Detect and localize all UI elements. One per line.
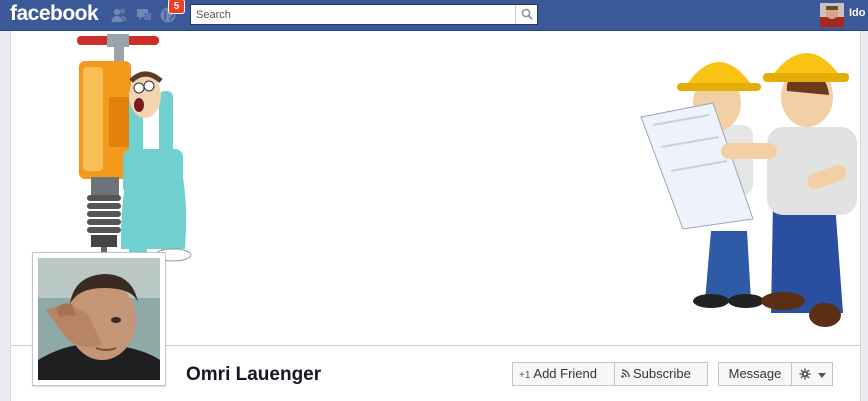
user-avatar[interactable] [820, 3, 844, 27]
message-button[interactable]: Message [718, 362, 792, 386]
search-button[interactable] [515, 5, 537, 24]
friends-icon[interactable] [110, 6, 128, 24]
notification-count-badge[interactable]: 5 [168, 0, 185, 14]
add-friend-button[interactable]: +1 Add Friend [512, 362, 615, 386]
search-box [190, 4, 538, 25]
top-navigation-bar: facebook 5 Ido [0, 0, 868, 31]
search-input[interactable] [191, 5, 516, 24]
construction-workers-illustration [640, 53, 857, 327]
chevron-down-icon [818, 373, 826, 378]
facebook-logo[interactable]: facebook [10, 2, 99, 26]
options-menu-button[interactable] [791, 362, 833, 386]
search-icon [521, 8, 533, 20]
subscribe-button[interactable]: Subscribe [614, 362, 708, 386]
user-name-link[interactable]: Ido [849, 7, 866, 19]
profile-picture[interactable] [32, 252, 166, 386]
rss-icon [621, 365, 630, 387]
gear-icon [799, 368, 811, 380]
messages-icon[interactable] [135, 6, 153, 24]
profile-name[interactable]: Omri Lauenger [186, 364, 321, 386]
add-friend-icon: +1 [519, 370, 531, 381]
profile-photo-image [38, 258, 160, 380]
jackhammer-worker-illustration [77, 34, 192, 275]
